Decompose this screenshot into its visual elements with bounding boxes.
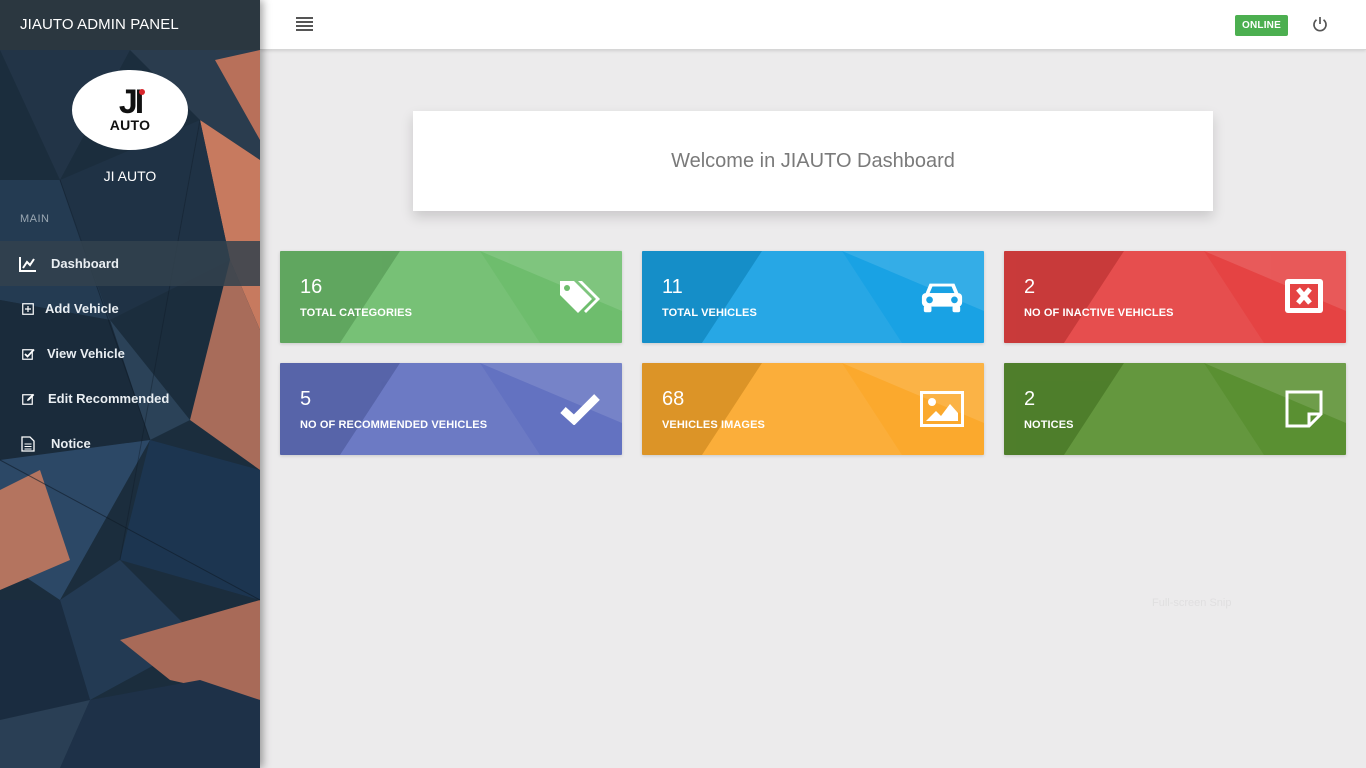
brand-logo: JI AUTO xyxy=(72,70,188,150)
stat-tile-categories[interactable]: 16 TOTAL CATEGORIES xyxy=(280,251,622,343)
sidebar-item-dashboard[interactable]: Dashboard xyxy=(0,241,260,286)
car-icon xyxy=(920,277,964,317)
logo-mark-text: JI xyxy=(118,83,144,121)
check-square-icon xyxy=(19,345,37,363)
stat-value: 2 xyxy=(1024,276,1036,298)
stat-label: TOTAL CATEGORIES xyxy=(300,307,413,319)
sidebar-item-notice[interactable]: Notice xyxy=(0,421,260,466)
sidebar-item-label: Add Vehicle xyxy=(45,301,119,316)
logo-dot xyxy=(138,89,145,95)
sidebar-item-add-vehicle[interactable]: Add Vehicle xyxy=(0,286,260,331)
sidebar-item-label: Notice xyxy=(51,436,91,451)
stat-value: 11 xyxy=(662,276,683,298)
file-icon xyxy=(19,435,37,453)
nav-section-label: MAIN xyxy=(20,213,50,225)
welcome-heading: Welcome in JIAUTO Dashboard xyxy=(671,149,955,172)
plus-square-icon xyxy=(19,300,37,318)
snip-overlay-text: Full-screen Snip xyxy=(1152,597,1232,609)
stat-label: VEHICLES IMAGES xyxy=(662,419,765,431)
menu-toggle-icon[interactable] xyxy=(296,17,313,31)
power-icon[interactable] xyxy=(1312,16,1328,32)
edit-icon xyxy=(19,390,37,408)
line-chart-icon xyxy=(19,255,37,273)
stat-value: 68 xyxy=(662,388,685,410)
stat-label: NO OF RECOMMENDED VEHICLES xyxy=(300,419,488,431)
brand-name: JI AUTO xyxy=(103,168,157,184)
stat-label: NO OF INACTIVE VEHICLES xyxy=(1024,307,1174,319)
close-box-icon xyxy=(1282,277,1326,317)
stat-tile-notices[interactable]: 2 NOTICES xyxy=(1004,363,1346,455)
stat-label: NOTICES xyxy=(1024,419,1074,431)
stat-label: TOTAL VEHICLES xyxy=(662,307,757,319)
stat-tile-inactive[interactable]: 2 NO OF INACTIVE VEHICLES xyxy=(1004,251,1346,343)
stat-value: 5 xyxy=(300,388,312,410)
stat-tile-vehicles[interactable]: 11 TOTAL VEHICLES xyxy=(642,251,984,343)
check-icon xyxy=(558,389,602,429)
stat-value: 16 xyxy=(300,276,323,298)
sidebar: JIAUTO ADMIN PANEL JI AUTO JI AUTO MAIN … xyxy=(0,0,260,768)
stat-tile-images[interactable]: 68 VEHICLES IMAGES xyxy=(642,363,984,455)
sidebar-item-edit-recommended[interactable]: Edit Recommended xyxy=(0,376,260,421)
sidebar-nav: Dashboard Add Vehicle View Vehicle Edit … xyxy=(0,241,260,466)
image-icon xyxy=(920,389,964,429)
tags-icon xyxy=(558,277,602,317)
sticky-note-icon xyxy=(1282,389,1326,429)
status-badge: ONLINE xyxy=(1235,15,1288,36)
welcome-card: Welcome in JIAUTO Dashboard xyxy=(413,111,1213,211)
sidebar-item-view-vehicle[interactable]: View Vehicle xyxy=(0,331,260,376)
panel-title: JIAUTO ADMIN PANEL xyxy=(0,0,260,50)
stat-value: 2 xyxy=(1024,388,1036,410)
topbar: ONLINE xyxy=(260,0,1366,50)
logo-mark: JI xyxy=(119,85,145,119)
sidebar-item-label: View Vehicle xyxy=(47,346,125,361)
stat-tile-recommended[interactable]: 5 NO OF RECOMMENDED VEHICLES xyxy=(280,363,622,455)
sidebar-item-label: Dashboard xyxy=(51,256,119,271)
sidebar-item-label: Edit Recommended xyxy=(48,391,170,406)
